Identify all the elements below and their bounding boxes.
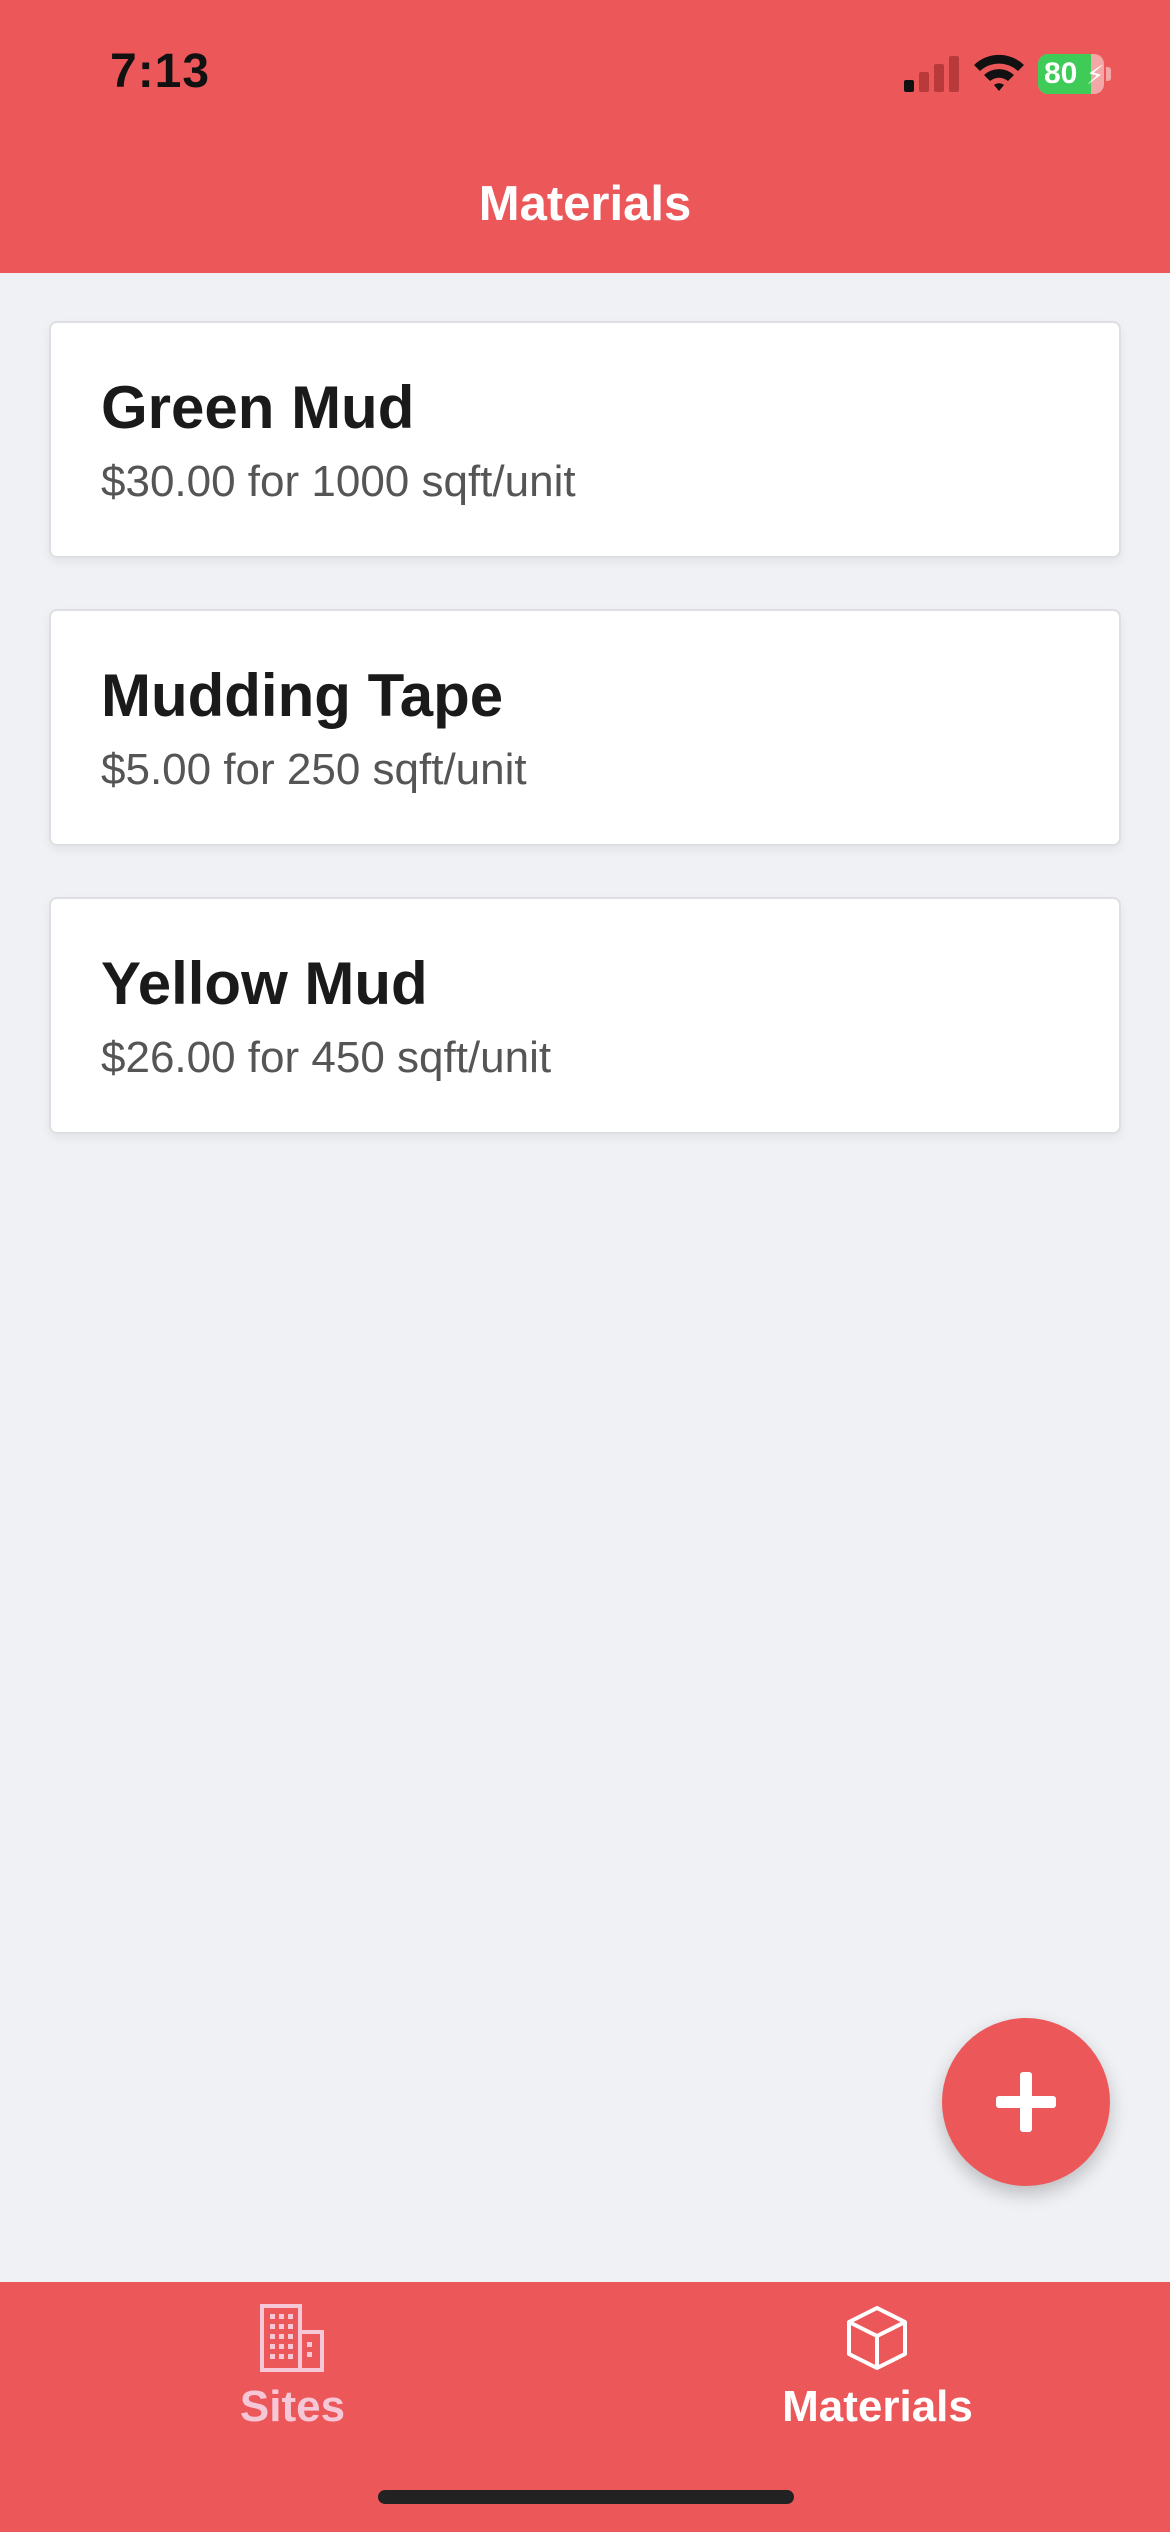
add-material-button[interactable] xyxy=(942,2018,1110,2186)
tab-materials[interactable]: Materials xyxy=(585,2282,1170,2452)
app-header: 7:13 80 ⚡ Materials xyxy=(0,0,1170,273)
material-card[interactable]: Mudding Tape $5.00 for 250 sqft/unit xyxy=(49,609,1121,846)
material-detail: $30.00 for 1000 sqft/unit xyxy=(101,457,576,506)
page-title: Materials xyxy=(478,177,692,231)
material-name: Yellow Mud xyxy=(101,950,428,1017)
plus-icon xyxy=(996,2072,1056,2132)
building-icon xyxy=(260,2304,324,2372)
tab-sites-label: Sites xyxy=(239,2382,346,2431)
signal-icon xyxy=(904,56,959,92)
cube-icon xyxy=(847,2306,907,2370)
material-name: Mudding Tape xyxy=(101,662,504,729)
material-name: Green Mud xyxy=(101,374,415,441)
status-time: 7:13 xyxy=(110,45,211,98)
material-detail: $5.00 for 250 sqft/unit xyxy=(101,745,527,794)
material-card[interactable]: Green Mud $30.00 for 1000 sqft/unit xyxy=(49,321,1121,558)
battery-icon: 80 ⚡ xyxy=(1038,54,1111,94)
tab-materials-label: Materials xyxy=(782,2382,973,2431)
tab-bar: Sites Materials xyxy=(0,2282,1170,2532)
charging-bolt-icon: ⚡ xyxy=(1086,60,1104,90)
battery-percent: 80 xyxy=(1044,57,1078,90)
status-bar: 7:13 80 ⚡ xyxy=(0,0,1170,150)
material-card[interactable]: Yellow Mud $26.00 for 450 sqft/unit xyxy=(49,897,1121,1134)
material-detail: $26.00 for 450 sqft/unit xyxy=(101,1033,552,1082)
tab-sites[interactable]: Sites xyxy=(0,2282,585,2452)
wifi-icon xyxy=(974,54,1024,91)
home-indicator[interactable] xyxy=(378,2490,794,2504)
